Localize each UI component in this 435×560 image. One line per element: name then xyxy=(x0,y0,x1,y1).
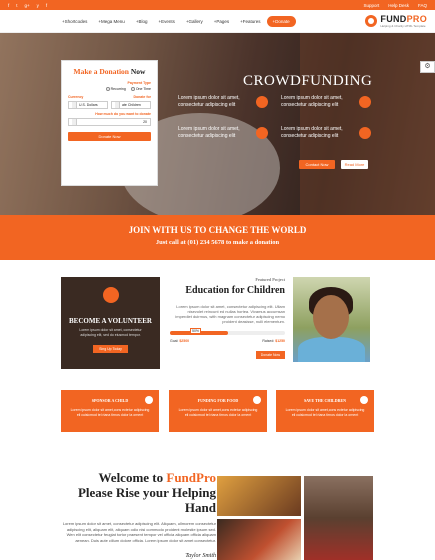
pencil-icon xyxy=(359,95,371,108)
heart-hand-icon xyxy=(102,287,119,303)
progress-percent: 50% xyxy=(190,328,202,334)
hands-icon xyxy=(360,396,368,404)
donation-form: Make a Donation Now Payment Type Recurri… xyxy=(61,60,158,186)
feature-icon xyxy=(359,126,371,139)
collage-photo xyxy=(304,476,373,560)
contact-now-button[interactable]: Contact Now xyxy=(299,160,335,169)
raised: Raised: $1250 xyxy=(262,339,285,343)
nav-item-gallery[interactable]: +Gallery xyxy=(186,19,203,24)
donate-for-label: Donate for xyxy=(133,95,152,100)
photo-collage xyxy=(217,476,373,560)
payment-type-label: Payment Type xyxy=(127,81,151,85)
welcome-section: Welcome to FundPro Please Rise your Help… xyxy=(61,470,216,559)
flickr-icon[interactable]: f xyxy=(46,3,47,8)
nav-menu: +Shortcodes +Mega Menu +Blog +Events +Ga… xyxy=(62,19,261,24)
logo-tagline: Helping & Charity HTML Template xyxy=(380,24,426,28)
service-card[interactable]: SPONSOR A CHILD Lorem ipsum dolor sit am… xyxy=(61,390,159,432)
featured-project: Featured Project Education for Children … xyxy=(170,277,285,359)
hero-feature: Lorem ipsum dolor sit amet, consectetur … xyxy=(281,95,371,108)
project-title: Education for Children xyxy=(185,285,285,296)
main-nav: +Shortcodes +Mega Menu +Blog +Events +Ga… xyxy=(0,10,435,33)
nav-item-events[interactable]: +Events xyxy=(158,19,174,24)
read-more-button[interactable]: Read More xyxy=(341,160,368,169)
help-desk-link[interactable]: Help Desk xyxy=(388,3,409,8)
signup-button[interactable]: Sing Up Today xyxy=(93,345,128,353)
donate-now-button[interactable]: Donate Now xyxy=(68,132,151,142)
hero-feature: Lorem ipsum dolor sit amet, consectetur … xyxy=(281,126,371,139)
amount-label: How much do you want to donate xyxy=(95,112,151,117)
cta-band: JOIN WITH US TO CHANGE THE WORLD Just ca… xyxy=(0,215,435,260)
feature-icon xyxy=(256,95,268,108)
settings-gear-icon[interactable]: ⚙ xyxy=(420,61,435,73)
project-kicker: Featured Project xyxy=(255,277,285,282)
volunteer-box: BECOME A VOLUNTEER Lorem ipsum dolor sit… xyxy=(61,277,160,369)
card-desc: Lorem ipsum dolor sit amet,cons ectetur … xyxy=(70,408,150,417)
hero-feature: Lorem ipsum dolor sit amet, consectetur … xyxy=(178,126,268,139)
goal-row: Goal: $2500 Raised: $1250 xyxy=(170,339,285,343)
food-icon xyxy=(253,396,261,404)
top-bar: f t g+ y f Support Help Desk FAQ xyxy=(0,0,435,10)
volunteer-desc: Lorem ipsum dolor sit amet, consectetur … xyxy=(79,328,142,337)
heart-logo-icon xyxy=(365,15,378,27)
cta-subheading: Just call at (01) 234 5678 to make a don… xyxy=(155,239,280,246)
project-photo xyxy=(293,277,370,362)
collage-photo xyxy=(217,519,301,560)
radio-recurring[interactable]: Recurring xyxy=(105,87,126,92)
stepper-icon xyxy=(72,119,77,126)
support-link[interactable]: Support xyxy=(363,3,379,8)
nav-item-pages[interactable]: +Pages xyxy=(214,19,229,24)
twitter-icon[interactable]: t xyxy=(16,3,17,8)
youtube-icon[interactable]: y xyxy=(37,3,39,8)
project-desc: Lorem ipsum dolor sit amet, consectetur … xyxy=(175,304,285,324)
amount-input[interactable]: 20 xyxy=(68,118,151,127)
donate-for-select[interactable]: ate Children xyxy=(111,101,151,110)
welcome-title: Welcome to FundPro Please Rise your Help… xyxy=(77,470,216,515)
logo[interactable]: FUNDPRO Helping & Charity HTML Template xyxy=(365,14,427,28)
stepper-icon xyxy=(115,102,120,109)
currency-select[interactable]: U.S. Dollars xyxy=(68,101,108,110)
nav-item-features[interactable]: +Features xyxy=(240,19,260,24)
volunteer-title: BECOME A VOLUNTEER xyxy=(69,317,152,325)
welcome-desc: Lorem ipsum dolor sit amet, consectetur … xyxy=(62,521,216,543)
social-links: f t g+ y f xyxy=(8,3,47,8)
facebook-icon[interactable]: f xyxy=(8,3,9,8)
nav-donate-button[interactable]: +Donate xyxy=(266,15,296,27)
service-card[interactable]: SAVE THE CHILDREN Lorem ipsum dolor sit … xyxy=(276,390,374,432)
faq-link[interactable]: FAQ xyxy=(418,3,427,8)
card-desc: Lorem ipsum dolor sit amet,cons ectetur … xyxy=(178,408,258,417)
collage-photo xyxy=(217,476,301,516)
logo-text: FUNDPRO xyxy=(380,14,427,24)
card-desc: Lorem ipsum dolor sit amet,cons ectetur … xyxy=(285,408,365,417)
feature-icon xyxy=(256,126,268,139)
signature: Taylor Smith xyxy=(185,553,216,559)
currency-label: Currency xyxy=(68,95,84,100)
hero-feature: Lorem ipsum dolor sit amet, consectetur … xyxy=(178,95,268,108)
google-plus-icon[interactable]: g+ xyxy=(25,3,30,8)
payment-type-options: Recurring One Time xyxy=(68,87,151,92)
child-icon xyxy=(145,396,153,404)
service-card[interactable]: FUNDING FOR FOOD Lorem ipsum dolor sit a… xyxy=(169,390,267,432)
nav-item-blog[interactable]: +Blog xyxy=(136,19,148,24)
radio-one-time[interactable]: One Time xyxy=(130,87,151,92)
goal: Goal: $2500 xyxy=(170,339,190,343)
nav-item-mega-menu[interactable]: +Mega Menu xyxy=(98,19,124,24)
hero-title: CROWDFUNDING xyxy=(243,73,373,89)
progress-bar: 50% xyxy=(170,328,285,335)
project-donate-button[interactable]: Donate Now xyxy=(255,351,285,359)
cta-heading: JOIN WITH US TO CHANGE THE WORLD xyxy=(128,225,307,235)
stepper-icon xyxy=(72,102,77,109)
donation-form-title: Make a Donation Now xyxy=(73,67,146,76)
top-links: Support Help Desk FAQ xyxy=(363,3,427,8)
nav-item-shortcodes[interactable]: +Shortcodes xyxy=(62,19,87,24)
